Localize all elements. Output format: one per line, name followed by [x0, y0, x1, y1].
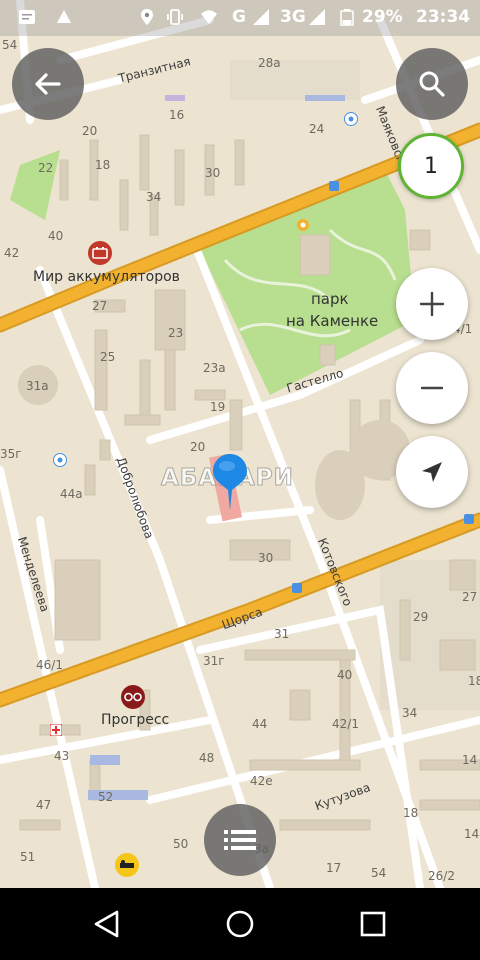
house-number: 31г [203, 654, 225, 668]
back-button[interactable] [12, 48, 84, 120]
house-number: 31а [26, 379, 49, 393]
house-number: 29 [413, 610, 429, 624]
hotel-icon[interactable] [114, 852, 140, 878]
status-bar: G 3G 29% 23:34 [0, 0, 480, 36]
house-number: 17 [326, 861, 342, 875]
back-nav-icon[interactable] [92, 909, 122, 939]
location-icon [141, 9, 153, 25]
network-type: 3G [280, 7, 306, 27]
house-number: 28а [258, 56, 281, 70]
zoom-in-button[interactable] [396, 268, 468, 340]
house-number: 26/2 [428, 869, 455, 883]
house-number: 18 [468, 674, 480, 688]
house-number: 27 [92, 299, 108, 313]
recents-nav-icon[interactable] [359, 910, 387, 938]
signal-icon [309, 9, 325, 25]
locate-button[interactable] [396, 436, 468, 508]
house-number: 47 [36, 798, 52, 812]
poi-park-label-line1[interactable]: парк [311, 290, 349, 308]
house-number: 34 [146, 190, 162, 204]
navigation-arrow-icon [422, 462, 442, 482]
house-number: 54 [2, 38, 18, 52]
house-number: 20 [190, 440, 206, 454]
house-number: 27 [462, 590, 478, 604]
clock: 23:34 [416, 7, 471, 27]
house-number: 16 [169, 108, 185, 122]
house-number: 30 [205, 166, 221, 180]
signal-icon [253, 9, 269, 25]
glasses-shop-icon[interactable] [120, 684, 146, 710]
house-number: 22 [38, 161, 54, 175]
house-number: 23а [203, 361, 226, 375]
list-icon [224, 830, 256, 850]
plus-icon [419, 291, 445, 317]
house-number: 20 [82, 124, 98, 138]
house-number: 54 [371, 866, 387, 880]
bus-stop-icon [329, 181, 339, 191]
zoom-out-button[interactable] [396, 352, 468, 424]
bus-stop-icon [292, 583, 302, 593]
house-number: 24 [309, 122, 325, 136]
house-number: 42 [4, 246, 20, 260]
house-number: 42е [250, 774, 273, 788]
system-nav-bar [0, 888, 480, 960]
house-number: 18 [403, 806, 419, 820]
house-number: 30 [258, 551, 274, 565]
poi-battery-shop-label[interactable]: Мир аккумуляторов [33, 269, 180, 285]
house-number: 50 [173, 837, 189, 851]
location-marker-icon[interactable] [211, 452, 249, 512]
minus-icon [420, 386, 444, 390]
battery-shop-icon[interactable] [87, 240, 113, 266]
battery-icon [340, 9, 354, 26]
house-number: 25 [100, 350, 116, 364]
house-number: 34 [402, 706, 418, 720]
arrow-left-icon [35, 73, 61, 95]
notification-icon [19, 10, 35, 24]
house-number: 19 [210, 400, 226, 414]
house-number: 31 [274, 627, 290, 641]
search-icon [419, 71, 445, 97]
clinic-icon [50, 724, 62, 736]
battery-percent: 29% [362, 7, 403, 27]
poi-park-label-line2[interactable]: на Каменке [286, 312, 378, 330]
house-number: 42/1 [332, 717, 359, 731]
wifi-icon [201, 10, 217, 24]
home-nav-icon[interactable] [225, 909, 255, 939]
info-pin-icon [344, 112, 358, 126]
house-number: 44 [252, 717, 268, 731]
park-pin-icon[interactable] [296, 218, 310, 234]
search-button[interactable] [396, 48, 468, 120]
menu-button[interactable] [204, 804, 276, 876]
house-number: 14 [462, 753, 478, 767]
poi-progress-label[interactable]: Прогресс [101, 712, 169, 728]
alert-icon [57, 10, 71, 23]
house-number: 48 [199, 751, 215, 765]
info-pin-icon [53, 453, 67, 467]
house-number: 40 [337, 668, 353, 682]
bus-stop-icon [464, 514, 474, 524]
route-count-badge[interactable]: 1 [398, 133, 464, 199]
signal-letter: G [232, 7, 246, 27]
house-number: 18 [95, 158, 111, 172]
house-number: 46/1 [36, 658, 63, 672]
vibrate-icon [167, 9, 183, 25]
house-number: 14 [464, 827, 480, 841]
house-number: 23 [168, 326, 184, 340]
house-number: 40 [48, 229, 64, 243]
house-number: 35г [0, 447, 22, 461]
house-number: 44а [60, 487, 83, 501]
house-number: 52 [98, 790, 114, 804]
house-number: 51 [20, 850, 36, 864]
house-number: 43 [54, 749, 70, 763]
